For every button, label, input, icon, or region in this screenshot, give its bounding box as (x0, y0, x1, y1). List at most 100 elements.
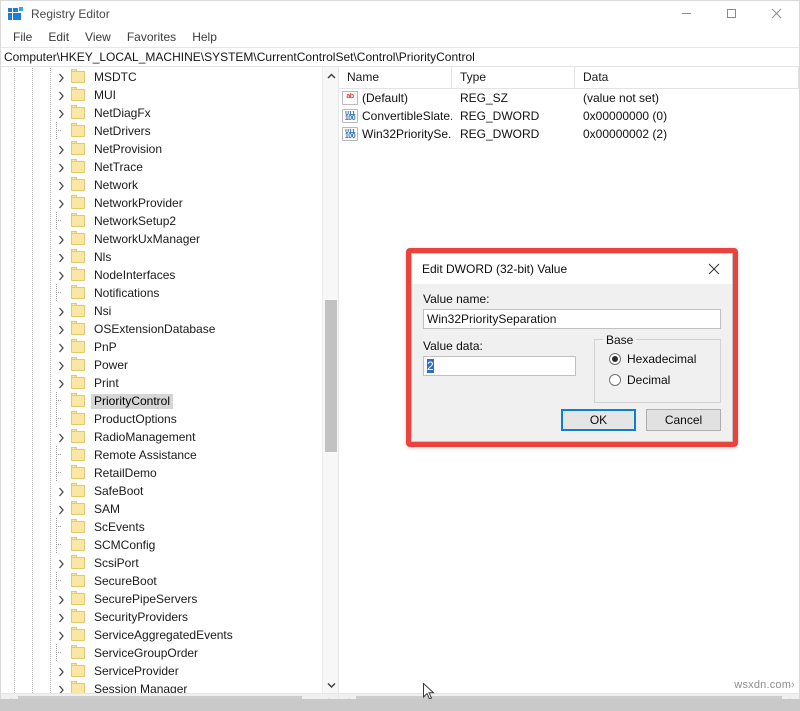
tree-node[interactable]: PriorityControl (1, 392, 322, 410)
chevron-right-icon[interactable] (54, 554, 70, 572)
chevron-right-icon[interactable] (54, 176, 70, 194)
tree-vertical-scrollbar[interactable] (322, 67, 338, 693)
tree-node[interactable]: ServiceProvider (1, 662, 322, 680)
menu-edit[interactable]: Edit (40, 28, 77, 46)
tree-node[interactable]: NetTrace (1, 158, 322, 176)
tree-node[interactable]: ScsiPort (1, 554, 322, 572)
chevron-right-icon[interactable] (54, 104, 70, 122)
chevron-up-icon[interactable] (323, 67, 338, 84)
chevron-right-icon[interactable] (54, 230, 70, 248)
tree-node[interactable]: SecurePipeServers (1, 590, 322, 608)
tree-leaf-connector (54, 518, 70, 536)
chevron-right-icon[interactable] (54, 482, 70, 500)
chevron-right-icon[interactable] (54, 248, 70, 266)
chevron-right-icon[interactable] (54, 356, 70, 374)
tree-node-label: ServiceProvider (91, 664, 182, 679)
chevron-right-icon[interactable] (54, 428, 70, 446)
tree-node[interactable]: ServiceGroupOrder (1, 644, 322, 662)
chevron-right-icon[interactable] (54, 266, 70, 284)
tree-node[interactable]: PnP (1, 338, 322, 356)
tree-node[interactable]: OSExtensionDatabase (1, 320, 322, 338)
column-header-type[interactable]: Type (452, 67, 575, 88)
chevron-right-icon[interactable] (54, 590, 70, 608)
maximize-icon[interactable] (709, 1, 754, 26)
menu-file[interactable]: File (5, 28, 40, 46)
menu-view[interactable]: View (77, 28, 119, 46)
value-name-input[interactable]: Win32PrioritySeparation (423, 309, 721, 329)
tree-node[interactable]: Network (1, 176, 322, 194)
tree-node[interactable]: MUI (1, 86, 322, 104)
tree-node[interactable]: SafeBoot (1, 482, 322, 500)
value-row[interactable]: ab(Default)REG_SZ(value not set) (339, 89, 799, 107)
chevron-right-icon[interactable] (54, 320, 70, 338)
key-tree[interactable]: MSDTCMUINetDiagFxNetDriversNetProvisionN… (1, 67, 322, 693)
tree-node[interactable]: Print (1, 374, 322, 392)
tree-node[interactable]: RadioManagement (1, 428, 322, 446)
radio-decimal-indicator[interactable] (609, 374, 621, 386)
tree-node[interactable]: RetailDemo (1, 464, 322, 482)
tree-node[interactable]: Nsi (1, 302, 322, 320)
chevron-right-icon[interactable] (54, 158, 70, 176)
close-icon[interactable] (696, 254, 732, 283)
column-header-name[interactable]: Name (339, 67, 452, 88)
chevron-down-icon[interactable] (323, 676, 338, 693)
tree-indent-guides (1, 122, 54, 140)
chevron-right-icon[interactable] (54, 374, 70, 392)
tree-node[interactable]: ServiceAggregatedEvents (1, 626, 322, 644)
chevron-right-icon[interactable] (54, 608, 70, 626)
close-icon[interactable] (754, 1, 799, 26)
chevron-right-icon[interactable] (54, 86, 70, 104)
menu-favorites[interactable]: Favorites (119, 28, 184, 46)
address-bar[interactable]: Computer\HKEY_LOCAL_MACHINE\SYSTEM\Curre… (1, 47, 799, 67)
ok-button[interactable]: OK (561, 409, 636, 431)
tree-node[interactable]: NetworkUxManager (1, 230, 322, 248)
window-controls (664, 1, 799, 26)
tree-node[interactable]: NodeInterfaces (1, 266, 322, 284)
radio-hexadecimal[interactable]: Hexadecimal (609, 350, 720, 368)
tree-node[interactable]: Nls (1, 248, 322, 266)
chevron-right-icon[interactable] (54, 500, 70, 518)
tree-node[interactable]: NetDrivers (1, 122, 322, 140)
tree-node[interactable]: NetProvision (1, 140, 322, 158)
menu-help[interactable]: Help (184, 28, 225, 46)
tree-scroll-thumb[interactable] (325, 300, 337, 452)
chevron-right-icon[interactable] (54, 302, 70, 320)
tree-node[interactable]: Session Manager (1, 680, 322, 693)
tree-indent-guides (1, 608, 54, 626)
chevron-right-icon[interactable] (54, 68, 70, 86)
chevron-right-icon[interactable] (54, 338, 70, 356)
tree-node[interactable]: SAM (1, 500, 322, 518)
chevron-right-icon[interactable] (54, 194, 70, 212)
chevron-right-icon[interactable] (54, 662, 70, 680)
tree-node[interactable]: NetworkProvider (1, 194, 322, 212)
chevron-right-icon[interactable] (54, 680, 70, 693)
tree-node[interactable]: SecureBoot (1, 572, 322, 590)
value-data-selected-text: 2 (427, 359, 434, 373)
edit-dword-dialog: Edit DWORD (32-bit) Value Value name: Wi… (411, 253, 733, 442)
tree-node[interactable]: NetworkSetup2 (1, 212, 322, 230)
column-header-data[interactable]: Data (575, 67, 799, 88)
radio-decimal[interactable]: Decimal (609, 371, 720, 389)
folder-icon (70, 320, 87, 338)
value-data-input[interactable]: 2 (423, 356, 576, 376)
tree-node[interactable]: SCMConfig (1, 536, 322, 554)
chevron-right-icon[interactable] (54, 140, 70, 158)
cancel-button[interactable]: Cancel (646, 409, 721, 431)
tree-node[interactable]: ScEvents (1, 518, 322, 536)
tree-node[interactable]: NetDiagFx (1, 104, 322, 122)
tree-indent-guides (1, 104, 54, 122)
value-row[interactable]: 011100ConvertibleSlate...REG_DWORD0x0000… (339, 107, 799, 125)
tree-node[interactable]: Remote Assistance (1, 446, 322, 464)
tree-node[interactable]: ProductOptions (1, 410, 322, 428)
folder-icon (70, 608, 87, 626)
minimize-icon[interactable] (664, 1, 709, 26)
values-list[interactable]: ab(Default)REG_SZ(value not set)011100Co… (339, 89, 799, 143)
value-row[interactable]: 011100Win32PrioritySe...REG_DWORD0x00000… (339, 125, 799, 143)
tree-node[interactable]: Notifications (1, 284, 322, 302)
chevron-right-icon[interactable] (54, 626, 70, 644)
tree-node[interactable]: Power (1, 356, 322, 374)
radio-hexadecimal-indicator[interactable] (609, 353, 621, 365)
tree-node[interactable]: MSDTC (1, 68, 322, 86)
tree-node[interactable]: SecurityProviders (1, 608, 322, 626)
tree-leaf-connector (54, 644, 70, 662)
